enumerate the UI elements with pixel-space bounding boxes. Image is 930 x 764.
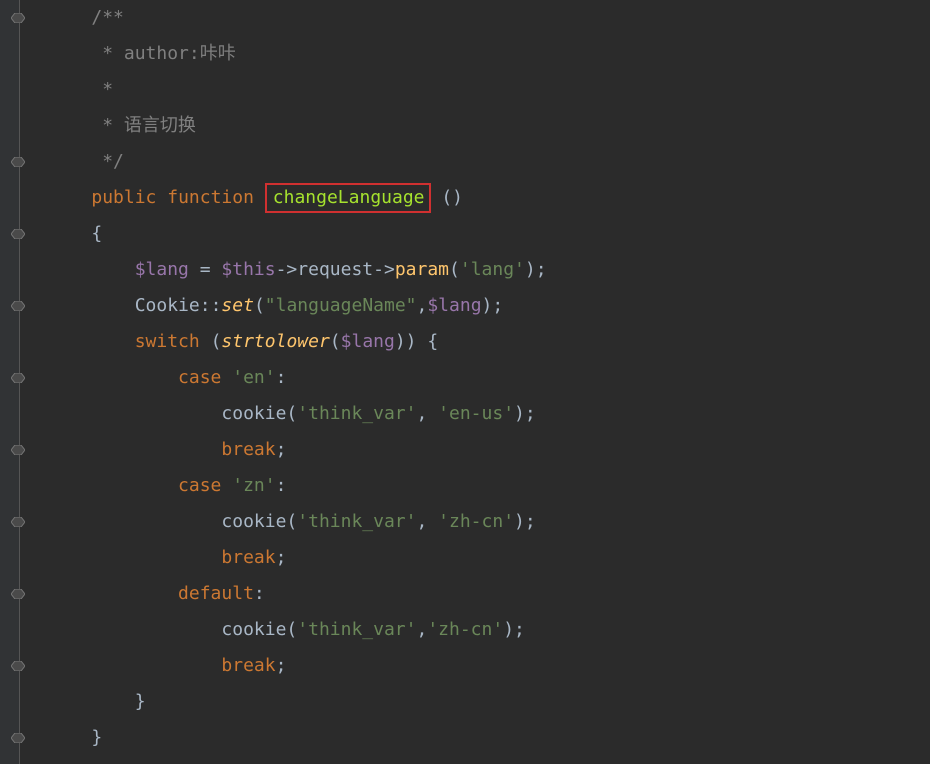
code-line: { xyxy=(20,216,930,252)
fold-marker-icon[interactable] xyxy=(11,301,27,311)
brace-close: } xyxy=(91,727,102,748)
code-line: Cookie::set("languageName",$lang); xyxy=(20,288,930,324)
code-line: public function changeLanguage () xyxy=(20,180,930,216)
string: 'think_var' xyxy=(297,619,416,640)
code-line: $lang = $this->request->param('lang'); xyxy=(20,252,930,288)
code-line: case 'zn': xyxy=(20,468,930,504)
code-line: /** xyxy=(20,0,930,36)
class-name: Cookie xyxy=(135,295,200,316)
variable: $this xyxy=(221,259,275,280)
keyword-case: case xyxy=(178,367,221,388)
keyword-case: case xyxy=(178,475,221,496)
keyword-default: default xyxy=(178,583,254,604)
code-line: default: xyxy=(20,576,930,612)
method-call: param xyxy=(395,259,449,280)
function-call: cookie xyxy=(221,511,286,532)
string: 'zh-cn' xyxy=(427,619,503,640)
keyword-switch: switch xyxy=(135,331,200,352)
code-line: break; xyxy=(20,540,930,576)
method-call: set xyxy=(221,295,254,316)
fold-marker-icon[interactable] xyxy=(11,445,27,455)
code-line: * 语言切换 xyxy=(20,108,930,144)
string: "languageName" xyxy=(265,295,417,316)
code-line: } xyxy=(20,684,930,720)
fold-marker-icon[interactable] xyxy=(11,517,27,527)
keyword-function: function xyxy=(167,187,254,208)
string: 'think_var' xyxy=(297,403,416,424)
code-line: cookie('think_var','zh-cn'); xyxy=(20,612,930,648)
variable: $lang xyxy=(341,331,395,352)
code-line: case 'en': xyxy=(20,360,930,396)
code-area[interactable]: /** * author:咔咔 * * 语言切换 */ public funct… xyxy=(20,0,930,756)
fold-marker-icon[interactable] xyxy=(11,589,27,599)
fold-marker-icon[interactable] xyxy=(11,229,27,239)
keyword-public: public xyxy=(91,187,156,208)
function-name: changeLanguage xyxy=(273,187,425,208)
code-line: */ xyxy=(20,144,930,180)
code-line: * xyxy=(20,72,930,108)
string: 'zn' xyxy=(232,475,275,496)
fold-marker-icon[interactable] xyxy=(11,157,27,167)
code-line: * author:咔咔 xyxy=(20,36,930,72)
fold-marker-icon[interactable] xyxy=(11,733,27,743)
comment-end: */ xyxy=(91,151,124,172)
brace-close: } xyxy=(135,691,146,712)
fold-marker-icon[interactable] xyxy=(11,373,27,383)
code-line: break; xyxy=(20,648,930,684)
string: 'lang' xyxy=(460,259,525,280)
brace-open: { xyxy=(91,223,102,244)
variable: $lang xyxy=(135,259,189,280)
code-line: cookie('think_var', 'en-us'); xyxy=(20,396,930,432)
comment-blank: * xyxy=(91,79,113,100)
string: 'think_var' xyxy=(297,511,416,532)
string: 'zh-cn' xyxy=(438,511,514,532)
property: request xyxy=(297,259,373,280)
fold-marker-icon[interactable] xyxy=(11,13,27,23)
builtin-function: strtolower xyxy=(221,331,329,352)
function-name-highlight: changeLanguage xyxy=(265,183,431,213)
comment-desc: * 语言切换 xyxy=(91,115,196,136)
code-line: } xyxy=(20,720,930,756)
keyword-break: break xyxy=(221,547,275,568)
code-line: cookie('think_var', 'zh-cn'); xyxy=(20,504,930,540)
keyword-break: break xyxy=(221,655,275,676)
comment-author: * author:咔咔 xyxy=(91,43,235,64)
parens: () xyxy=(441,187,463,208)
fold-marker-icon[interactable] xyxy=(11,661,27,671)
comment-start: /** xyxy=(91,7,124,28)
function-call: cookie xyxy=(221,619,286,640)
string: 'en' xyxy=(232,367,275,388)
code-line: switch (strtolower($lang)) { xyxy=(20,324,930,360)
variable: $lang xyxy=(427,295,481,316)
keyword-break: break xyxy=(221,439,275,460)
code-line: break; xyxy=(20,432,930,468)
string: 'en-us' xyxy=(438,403,514,424)
function-call: cookie xyxy=(221,403,286,424)
